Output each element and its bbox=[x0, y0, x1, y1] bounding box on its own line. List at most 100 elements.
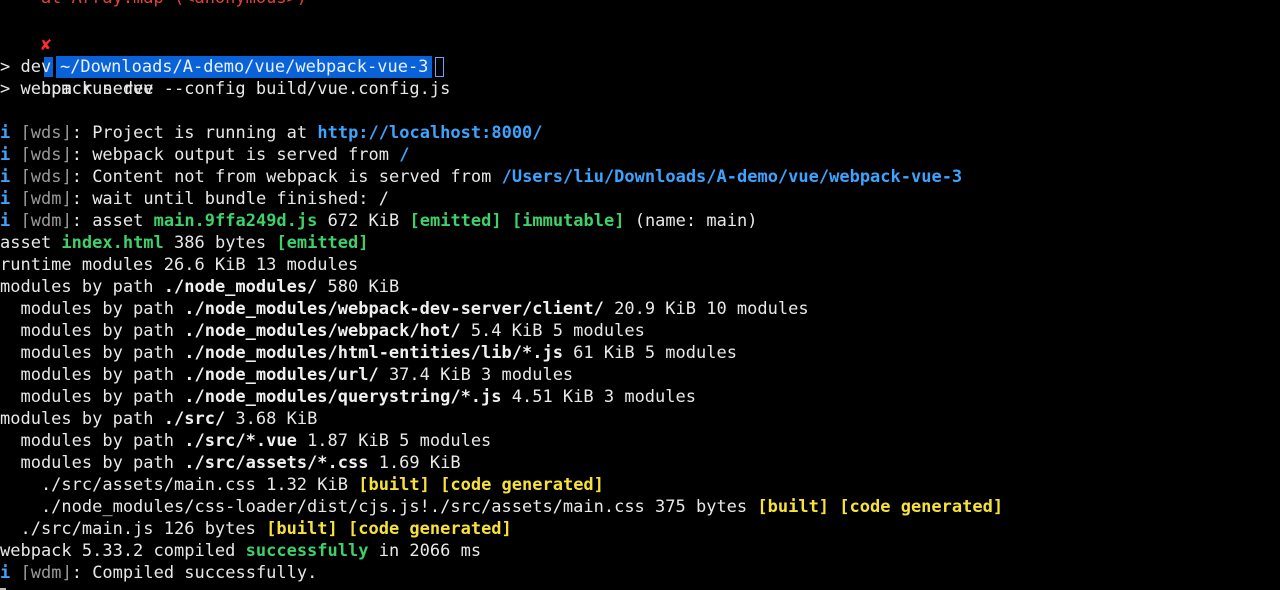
module-size: 20.9 KiB 10 modules bbox=[603, 299, 809, 319]
success-text: successfully bbox=[245, 541, 369, 561]
wdm-tag-close-icon: ⌋ bbox=[61, 189, 72, 209]
asset-label: asset bbox=[0, 233, 62, 253]
asset-main-js: main.9ffa249d.js bbox=[153, 211, 318, 231]
wds-tag: wds bbox=[30, 123, 62, 143]
wds-line-project: i ⌈wds⌋: Project is running at http://lo… bbox=[0, 122, 543, 144]
localhost-link[interactable]: http://localhost:8000/ bbox=[317, 123, 542, 143]
module-path: ./node_modules/querystring/*.js bbox=[184, 387, 502, 407]
module-entry: ./node_modules/css-loader/dist/cjs.js!./… bbox=[0, 497, 758, 517]
modules-label: modules by path bbox=[0, 365, 185, 385]
wds-tag-open-icon: ⌈ bbox=[20, 167, 31, 187]
module-path: ./node_modules/html-entities/lib/*.js bbox=[184, 343, 563, 363]
loader-css-line: ./node_modules/css-loader/dist/cjs.js!./… bbox=[0, 496, 1003, 518]
wdm-text: : Compiled successfully. bbox=[71, 563, 318, 583]
src-modules-line: modules by path ./src/ 3.68 KiB bbox=[0, 408, 317, 430]
nm-item-1: modules by path ./node_modules/webpack-d… bbox=[0, 298, 809, 320]
compiled-text: webpack 5.33.2 compiled bbox=[0, 541, 246, 561]
output-path: / bbox=[399, 145, 410, 165]
wdm-tag-open-icon: ⌈ bbox=[20, 189, 31, 209]
info-icon: i bbox=[0, 211, 11, 231]
wds-line-content: i ⌈wds⌋: Content not from webpack is ser… bbox=[0, 166, 962, 188]
wds-tag-close-icon: ⌋ bbox=[61, 123, 72, 143]
src-vue-line: modules by path ./src/*.vue 1.87 KiB 5 m… bbox=[0, 430, 491, 452]
modules-size: 580 KiB bbox=[317, 277, 400, 297]
nm-item-5: modules by path ./node_modules/querystri… bbox=[0, 386, 696, 408]
src-path: ./src/ bbox=[163, 409, 226, 429]
wds-tag: wds bbox=[30, 167, 62, 187]
node-modules-line: modules by path ./node_modules/ 580 KiB bbox=[0, 276, 399, 298]
asset-size: 672 KiB bbox=[317, 211, 410, 231]
wdm-tag: wdm bbox=[30, 189, 62, 209]
code-generated-badge: [code generated] bbox=[440, 475, 604, 495]
module-entry: ./src/assets/main.css 1.32 KiB bbox=[0, 475, 359, 495]
wds-text: : webpack output is served from bbox=[71, 145, 400, 165]
prompt-path: ~/Downloads/A-demo/vue/webpack-vue-3 bbox=[55, 56, 433, 78]
wdm-tag-open-icon: ⌈ bbox=[20, 211, 31, 231]
modules-label: modules by path bbox=[0, 277, 164, 297]
modules-label: modules by path bbox=[0, 321, 185, 341]
nm-item-3: modules by path ./node_modules/html-enti… bbox=[0, 342, 737, 364]
code-generated-badge: [code generated] bbox=[839, 497, 1004, 517]
script-line-2: > webpack serve --config build/vue.confi… bbox=[0, 79, 451, 99]
wdm-text: : asset bbox=[71, 211, 154, 231]
info-icon: i bbox=[0, 123, 11, 143]
wdm-tag-close-icon: ⌋ bbox=[61, 211, 72, 231]
built-badge: [built] bbox=[757, 497, 830, 517]
wds-tag-close-icon: ⌋ bbox=[61, 167, 72, 187]
modules-label: modules by path bbox=[0, 387, 185, 407]
asset-index-line: asset index.html 386 bytes [emitted] bbox=[0, 232, 369, 254]
info-icon: i bbox=[0, 189, 11, 209]
error-status-icon: ✘ bbox=[40, 35, 52, 55]
modules-label: modules by path bbox=[0, 409, 164, 429]
nm-item-2: modules by path ./node_modules/webpack/h… bbox=[0, 320, 644, 342]
modules-label: modules by path bbox=[0, 299, 185, 319]
modules-label: modules by path bbox=[0, 343, 185, 363]
wdm-line-wait: i ⌈wdm⌋: wait until bundle finished: / bbox=[0, 188, 389, 210]
prompt-line: ✘ ~/Downloads/A-demo/vue/webpack-vue-3 n… bbox=[0, 12, 447, 99]
asset-size: 386 bytes bbox=[163, 233, 277, 253]
modules-label: modules by path bbox=[0, 453, 185, 473]
nm-item-4: modules by path ./node_modules/url/ 37.4… bbox=[0, 364, 573, 386]
wds-tag-close-icon: ⌋ bbox=[61, 145, 72, 165]
main-css-line: ./src/assets/main.css 1.32 KiB [built] [… bbox=[0, 474, 604, 496]
asset-name: (name: main) bbox=[624, 211, 758, 231]
main-js-line: ./src/main.js 126 bytes [built] [code ge… bbox=[0, 518, 512, 540]
info-icon: i bbox=[0, 563, 11, 583]
wds-text: : Project is running at bbox=[71, 123, 318, 143]
wdm-tag-close-icon: ⌋ bbox=[61, 563, 72, 583]
script-line-1: > dev bbox=[0, 57, 52, 77]
emitted-badge: [emitted] bbox=[409, 211, 502, 231]
error-trace-partial: at Array.map (<anonymous>) bbox=[0, 0, 307, 9]
module-path: ./node_modules/webpack/hot/ bbox=[184, 321, 461, 341]
wds-tag-open-icon: ⌈ bbox=[20, 123, 31, 143]
modules-size: 3.68 KiB bbox=[225, 409, 318, 429]
terminal-window[interactable]: at Array.map (<anonymous>) ✘ ~/Downloads… bbox=[0, 0, 1280, 590]
asset-index-html: index.html bbox=[61, 233, 164, 253]
runtime-modules-line: runtime modules 26.6 KiB 13 modules bbox=[0, 255, 359, 275]
built-badge: [built] bbox=[266, 519, 338, 539]
code-generated-badge: [code generated] bbox=[348, 519, 512, 539]
module-size: 61 KiB 5 modules bbox=[562, 343, 737, 363]
wdm-tag-open-icon: ⌈ bbox=[20, 563, 31, 583]
module-entry: ./src/main.js 126 bytes bbox=[0, 519, 267, 539]
wdm-text: : wait until bundle finished: / bbox=[71, 189, 389, 209]
wds-line-output: i ⌈wds⌋: webpack output is served from / bbox=[0, 144, 409, 166]
wdm-tag: wdm bbox=[30, 563, 62, 583]
info-icon: i bbox=[0, 145, 11, 165]
module-path: ./src/*.vue bbox=[184, 431, 297, 451]
module-size: 1.69 KiB bbox=[368, 453, 461, 473]
modules-label: modules by path bbox=[0, 431, 185, 451]
wds-tag: wds bbox=[30, 145, 62, 165]
module-path: ./src/assets/*.css bbox=[184, 453, 369, 473]
wds-tag-open-icon: ⌈ bbox=[20, 145, 31, 165]
wds-text: : Content not from webpack is served fro… bbox=[71, 167, 502, 187]
info-icon: i bbox=[0, 167, 11, 187]
emitted-badge: [emitted] bbox=[276, 233, 369, 253]
wdm-tag: wdm bbox=[30, 211, 62, 231]
module-path: ./node_modules/webpack-dev-server/client… bbox=[184, 299, 604, 319]
src-css-line: modules by path ./src/assets/*.css 1.69 … bbox=[0, 452, 461, 474]
module-path: ./node_modules/url/ bbox=[184, 365, 379, 385]
built-badge: [built] bbox=[358, 475, 430, 495]
content-path: /Users/liu/Downloads/A-demo/vue/webpack-… bbox=[501, 167, 963, 187]
immutable-badge: [immutable] bbox=[511, 211, 625, 231]
